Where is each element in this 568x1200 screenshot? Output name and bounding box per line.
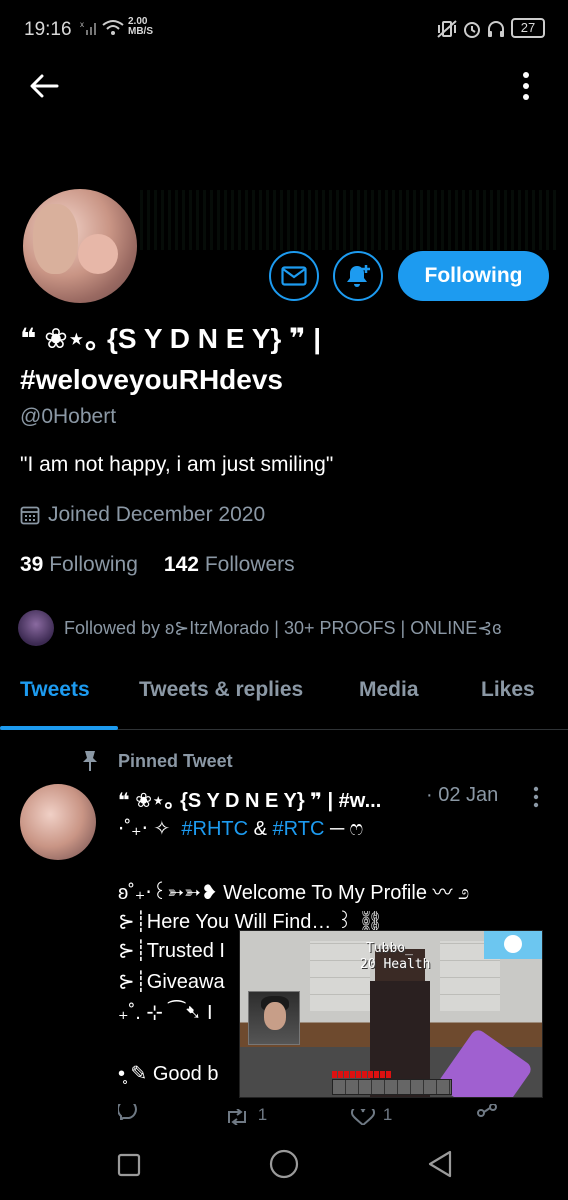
signal-icon: x [80, 20, 98, 41]
joined-text: Joined December 2020 [48, 503, 266, 526]
joined-date: Joined December 2020 [20, 503, 265, 527]
back-arrow-icon [30, 74, 59, 98]
like-icon [350, 1109, 375, 1125]
mail-icon [281, 266, 307, 286]
pin-icon [83, 751, 97, 771]
profile-avatar[interactable] [20, 186, 140, 306]
tweet-date: · 02 Jan [426, 784, 499, 806]
svg-text:x: x [80, 20, 84, 29]
tweet-line-1: ⋅˚₊‧ ✧ #RHTC & #RTC ─ ෆ [118, 818, 364, 840]
tab-tweets-replies[interactable]: Tweets & replies [139, 678, 303, 702]
character-icon [484, 931, 542, 959]
nav-recents-button[interactable] [112, 1148, 146, 1182]
tweet-line-5: ⊱┊Giveawa [118, 971, 225, 993]
tab-likes[interactable]: Likes [481, 678, 535, 702]
wifi-icon [102, 19, 124, 42]
tweet-line-4: ⊱┊Trusted I [118, 940, 225, 962]
following-link[interactable]: 39 Following [20, 553, 138, 577]
battery-indicator: 27 [511, 18, 545, 38]
reply-icon [116, 1099, 137, 1123]
followed-by-text: Followed by ʚ⊱ItzMorado | 30+ PROOFS | O… [64, 617, 502, 638]
tweet-actions: 1 1 [116, 1099, 498, 1125]
hashtag-rtc[interactable]: #RTC [273, 818, 325, 840]
tweet-line-2: ʚ˚₊‧꒰➳➳❥ Welcome To My Profile 〰 ೨ [118, 882, 470, 904]
more-vertical-icon [533, 786, 539, 808]
profile-name: ❝ ❀⋆｡ {S Y D N E Y} ❞ | #weloveyouRHdevs [20, 323, 322, 395]
retweet-icon [227, 1109, 246, 1125]
active-tab-indicator [0, 726, 118, 730]
back-button[interactable] [22, 64, 66, 108]
nav-back-button[interactable] [422, 1146, 458, 1182]
following-button[interactable]: Following [398, 251, 549, 301]
share-icon [477, 1103, 497, 1117]
nav-circle-icon [269, 1149, 299, 1179]
health-bar [332, 1071, 392, 1078]
reply-button[interactable] [116, 1099, 140, 1125]
more-vertical-icon [523, 72, 529, 100]
profile-tabs: Tweets Tweets & replies Media Likes [0, 668, 568, 730]
more-options-button[interactable] [506, 64, 546, 108]
status-bar: 19:16 x 2.00 MB/S 27 [0, 0, 568, 60]
tweet-video[interactable]: Tubbo_ 20 Health [239, 930, 543, 1098]
pinned-label: Pinned Tweet [80, 750, 233, 772]
net-speed: 2.00 MB/S [128, 16, 153, 37]
hotbar [332, 1079, 452, 1095]
headphones-icon [486, 19, 506, 44]
follower-avatar [18, 610, 54, 646]
nav-square-icon [117, 1153, 141, 1177]
profile-handle: @0Hobert [20, 405, 117, 428]
alarm-icon [462, 19, 482, 44]
tweet-author-avatar[interactable] [20, 784, 96, 860]
message-button[interactable] [269, 251, 319, 301]
tweet-author-name[interactable]: ❝ ❀⋆｡ {S Y D N E Y} ❞ | #w... [118, 784, 381, 813]
profile-bio: "I am not happy, i am just smiling" [20, 453, 334, 476]
vibrate-icon [436, 19, 458, 44]
share-button[interactable] [476, 1103, 498, 1125]
notifications-button[interactable] [333, 251, 383, 301]
tab-tweets[interactable]: Tweets [20, 678, 90, 702]
tweet-line-7: •̥ ✎ Good b [118, 1063, 219, 1085]
tweet-more-button[interactable] [530, 786, 542, 808]
webcam-overlay [248, 991, 300, 1045]
follow-stats: 39 Following 142 Followers [20, 553, 295, 577]
bell-plus-icon [347, 265, 370, 287]
status-time: 19:16 [24, 19, 72, 40]
tweet-line-6: ₊˚. ⊹ ⁀➷ I [118, 1002, 213, 1024]
hashtag-rhtc[interactable]: #RHTC [181, 818, 248, 840]
nav-triangle-icon [428, 1150, 452, 1178]
tab-media[interactable]: Media [359, 678, 419, 702]
video-overlay-text: Tubbo_ 20 Health [360, 941, 431, 972]
followers-link[interactable]: 142 Followers [164, 553, 295, 577]
calendar-icon [20, 506, 40, 525]
system-nav-bar [0, 1128, 568, 1200]
followed-by[interactable]: Followed by ʚ⊱ItzMorado | 30+ PROOFS | O… [18, 610, 501, 646]
like-button[interactable]: 1 [350, 1104, 392, 1125]
nav-home-button[interactable] [266, 1146, 302, 1182]
retweet-button[interactable]: 1 [224, 1104, 267, 1125]
